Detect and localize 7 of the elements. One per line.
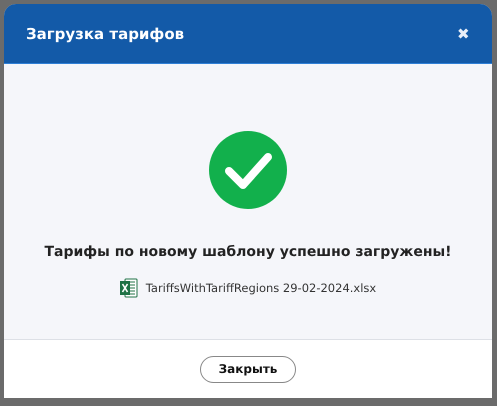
spreadsheet-file-icon <box>120 278 138 298</box>
dialog-title: Загрузка тарифов <box>26 24 184 42</box>
success-message: Тарифы по новому шаблону успешно загружены! <box>44 244 452 260</box>
close-dialog-button[interactable]: Закрыть <box>200 356 296 382</box>
close-button[interactable]: ✖ <box>457 24 470 42</box>
file-name: TariffsWithTariffRegions 29-02-2024.xlsx <box>146 281 376 295</box>
success-check-icon <box>208 130 288 210</box>
